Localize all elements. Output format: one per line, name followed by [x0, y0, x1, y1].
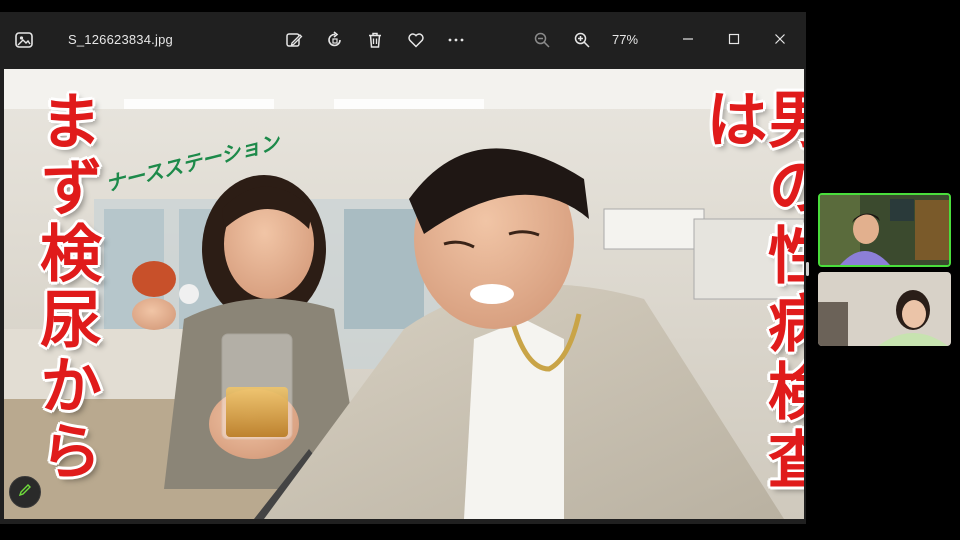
caption-right: 男の性病検査は — [695, 87, 804, 495]
participant-video-2[interactable] — [818, 272, 951, 346]
zoom-level[interactable]: 77% — [612, 32, 638, 47]
edit-image-icon[interactable] — [282, 28, 306, 52]
participant-2-video-frame — [818, 272, 951, 346]
rotate-icon[interactable] — [323, 28, 347, 52]
photo-scene — [4, 69, 804, 519]
participant-video-1[interactable] — [818, 193, 951, 267]
panel-resize-handle[interactable] — [806, 262, 809, 276]
delete-icon[interactable] — [363, 28, 387, 52]
photo-viewer-window: S_126623834.jpg 77% ナースステーション まず検尿から 男の性… — [0, 12, 806, 524]
minimize-icon[interactable] — [673, 24, 703, 54]
photos-app-icon — [14, 30, 34, 50]
participant-1-video-frame — [820, 195, 949, 265]
more-icon[interactable] — [444, 28, 468, 52]
caption-left: まず検尿から — [29, 89, 102, 485]
photo-image: ナースステーション まず検尿から 男の性病検査は — [4, 69, 804, 519]
pencil-icon — [18, 483, 32, 502]
title-bar: S_126623834.jpg 77% — [0, 12, 806, 68]
zoom-in-icon[interactable] — [570, 28, 594, 52]
zoom-out-icon[interactable] — [530, 28, 554, 52]
favorite-icon[interactable] — [404, 28, 428, 52]
maximize-icon[interactable] — [719, 24, 749, 54]
draw-button[interactable] — [9, 476, 41, 508]
close-icon[interactable] — [765, 24, 795, 54]
file-name: S_126623834.jpg — [68, 32, 173, 47]
